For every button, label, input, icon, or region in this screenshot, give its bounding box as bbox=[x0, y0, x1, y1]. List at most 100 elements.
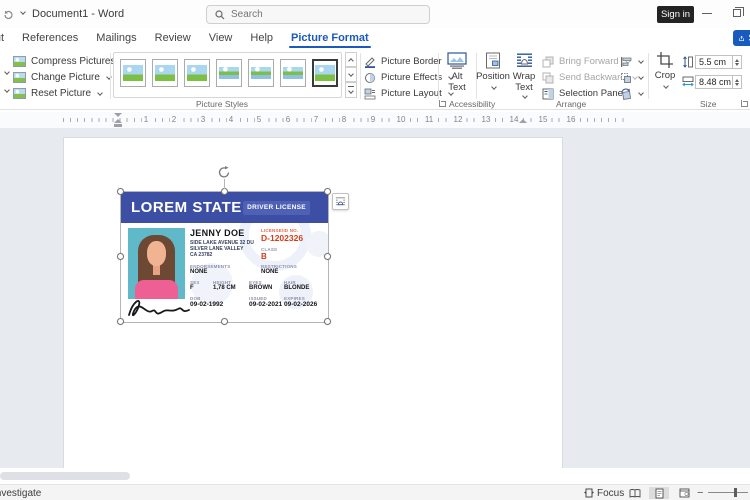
left-indent-icon[interactable] bbox=[114, 124, 122, 127]
tab-picture-format[interactable]: Picture Format bbox=[282, 28, 378, 48]
bring-forward-button[interactable]: Bring Forward bbox=[542, 55, 630, 68]
minimize-icon[interactable] bbox=[702, 13, 712, 14]
first-line-indent-icon[interactable] bbox=[114, 113, 122, 117]
stepper-down-icon[interactable] bbox=[735, 83, 739, 86]
ruler-number: 16 bbox=[565, 115, 578, 125]
photo-neck bbox=[153, 265, 160, 275]
zoom-slider[interactable] bbox=[708, 492, 748, 493]
tab-layout[interactable]: Layout bbox=[0, 28, 13, 48]
width-stepper[interactable] bbox=[732, 76, 741, 88]
web-layout-icon bbox=[679, 488, 690, 498]
group-separator bbox=[438, 53, 439, 99]
focus-icon bbox=[584, 488, 594, 498]
ruler-number: 15 bbox=[537, 115, 550, 125]
license-header: LOREM STATE DRIVER LICENSE bbox=[121, 192, 328, 223]
stepper-up-icon[interactable] bbox=[735, 59, 739, 62]
picture-style-thumbnail-2[interactable] bbox=[152, 59, 178, 87]
tab-list: Layout References Mailings Review View H… bbox=[0, 28, 378, 48]
restore-icon[interactable] bbox=[733, 9, 741, 17]
send-backward-label: Send Backward bbox=[559, 72, 626, 83]
picture-layout-label: Picture Layout bbox=[381, 88, 442, 99]
right-indent-icon[interactable] bbox=[519, 119, 527, 123]
crop-button[interactable]: Crop bbox=[652, 52, 678, 88]
chevron-down-icon bbox=[638, 58, 644, 64]
wrap-text-button[interactable]: Wrap Text bbox=[509, 52, 539, 98]
picture-effects-button[interactable]: Picture Effects bbox=[364, 71, 453, 84]
align-objects-button[interactable] bbox=[620, 55, 643, 68]
clipped-dropdown-chevron-icon[interactable] bbox=[4, 87, 10, 93]
print-layout-button[interactable] bbox=[649, 487, 669, 499]
chevron-down-icon bbox=[638, 90, 644, 96]
horizontal-scrollbar-thumb[interactable] bbox=[0, 472, 130, 480]
picture-layout-button[interactable]: Picture Layout bbox=[364, 87, 453, 100]
arrange-group-label: Arrange bbox=[556, 99, 586, 109]
stepper-down-icon[interactable] bbox=[735, 63, 739, 66]
resize-handle-top[interactable] bbox=[221, 188, 228, 195]
read-mode-button[interactable] bbox=[625, 487, 645, 499]
height-stepper[interactable] bbox=[732, 56, 741, 68]
resize-handle-top-right[interactable] bbox=[324, 188, 331, 195]
picture-style-thumbnail-4[interactable] bbox=[216, 59, 242, 87]
search-input[interactable] bbox=[231, 9, 401, 20]
clipped-dropdown-chevron-icon[interactable] bbox=[4, 69, 10, 75]
chevron-down-icon bbox=[97, 90, 103, 96]
picture-style-thumbnail-7-selected[interactable] bbox=[312, 59, 338, 87]
quick-access-chevron-icon[interactable] bbox=[20, 9, 26, 15]
compress-pictures-button[interactable]: Compress Pictures bbox=[13, 55, 115, 68]
license-card-type: DRIVER LICENSE bbox=[243, 201, 310, 215]
shape-height-field[interactable]: 5.5 cm bbox=[695, 55, 742, 69]
tab-mailings[interactable]: Mailings bbox=[87, 28, 145, 48]
group-objects-button[interactable] bbox=[620, 71, 643, 84]
picture-style-thumbnail-3[interactable] bbox=[184, 59, 210, 87]
picture-layout-icon bbox=[364, 88, 376, 100]
zoom-out-button[interactable]: − bbox=[697, 487, 703, 499]
resize-handle-bottom-right[interactable] bbox=[324, 318, 331, 325]
selected-picture[interactable]: LOREM STATE DRIVER LICENSE JENNY DOE SID… bbox=[121, 192, 328, 322]
gallery-scroll-down-button[interactable] bbox=[345, 67, 357, 82]
web-layout-button[interactable] bbox=[674, 487, 694, 499]
resize-handle-right[interactable] bbox=[324, 253, 331, 260]
change-picture-button[interactable]: Change Picture bbox=[13, 71, 111, 84]
left-indent-marker[interactable] bbox=[114, 113, 122, 127]
title-bar: Document1 - Word Sign in bbox=[0, 0, 750, 28]
tab-view[interactable]: View bbox=[200, 28, 242, 48]
picture-style-thumbnail-6[interactable] bbox=[280, 59, 306, 87]
shape-width-field[interactable]: 8.48 cm bbox=[695, 75, 742, 89]
right-indent-marker[interactable] bbox=[519, 119, 527, 123]
gallery-more-button[interactable] bbox=[345, 82, 357, 98]
focus-button[interactable]: Focus bbox=[597, 488, 624, 499]
picture-border-button[interactable]: Picture Border bbox=[364, 55, 453, 68]
stepper-up-icon[interactable] bbox=[735, 79, 739, 82]
rotate-objects-button[interactable] bbox=[620, 87, 643, 100]
quick-access-icon[interactable] bbox=[3, 9, 14, 20]
sign-in-button[interactable]: Sign in bbox=[657, 6, 694, 23]
tab-help[interactable]: Help bbox=[241, 28, 282, 48]
size-dialog-launcher-icon[interactable] bbox=[741, 100, 748, 107]
zoom-slider-thumb[interactable] bbox=[734, 488, 737, 497]
hanging-indent-icon[interactable] bbox=[114, 119, 122, 123]
layout-options-button[interactable] bbox=[332, 193, 349, 210]
accessibility-dialog-launcher-icon[interactable] bbox=[439, 100, 446, 107]
horizontal-scrollbar[interactable] bbox=[0, 468, 750, 484]
picture-style-thumbnail-1[interactable] bbox=[120, 59, 146, 87]
status-left-text[interactable]: Investigate bbox=[0, 488, 41, 499]
read-mode-icon bbox=[629, 489, 641, 498]
change-picture-label: Change Picture bbox=[31, 72, 100, 83]
resize-handle-bottom-left[interactable] bbox=[117, 318, 124, 325]
tab-references[interactable]: References bbox=[13, 28, 87, 48]
ribbon-tab-bar: Layout References Mailings Review View H… bbox=[0, 28, 750, 48]
driver-license-image[interactable]: LOREM STATE DRIVER LICENSE JENNY DOE SID… bbox=[121, 192, 328, 322]
share-button[interactable]: Share bbox=[733, 30, 750, 46]
search-box[interactable] bbox=[206, 5, 430, 24]
tab-review[interactable]: Review bbox=[146, 28, 200, 48]
more-styles-icon bbox=[348, 86, 354, 87]
resize-handle-top-left[interactable] bbox=[117, 188, 124, 195]
resize-handle-left[interactable] bbox=[117, 253, 124, 260]
position-button[interactable]: Position bbox=[479, 52, 507, 89]
reset-picture-button[interactable]: Reset Picture bbox=[13, 87, 102, 100]
gallery-scroll-up-button[interactable] bbox=[345, 52, 357, 67]
alt-text-button[interactable]: Alt Text bbox=[441, 52, 473, 93]
rotate-handle[interactable] bbox=[217, 165, 231, 179]
resize-handle-bottom[interactable] bbox=[221, 318, 228, 325]
picture-style-thumbnail-5[interactable] bbox=[248, 59, 274, 87]
